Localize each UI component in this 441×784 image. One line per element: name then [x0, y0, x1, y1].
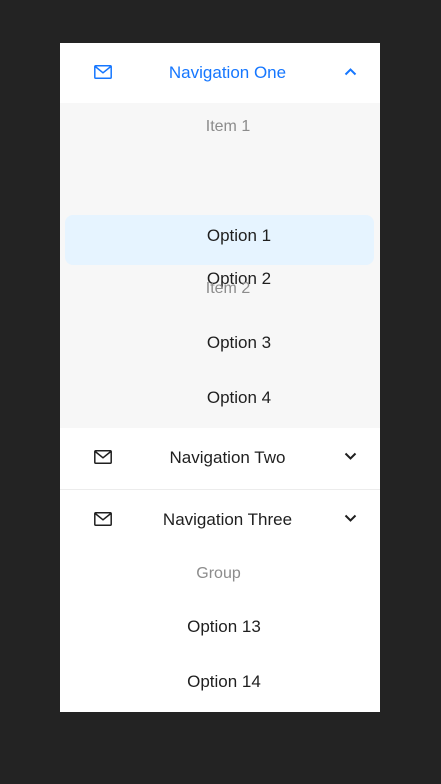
group-title-item-1: Item 1 [205, 118, 251, 135]
submenu-navigation-three[interactable]: Navigation Three [60, 490, 380, 550]
chevron-up-icon [344, 68, 357, 76]
chevron-down-icon [344, 514, 357, 522]
menu-item-option-4[interactable]: Option 4 [60, 378, 380, 418]
navigation-menu: Navigation One Item 1 Option 1 Option 2 … [60, 43, 380, 712]
group-title-group: Group [196, 565, 241, 582]
menu-item-option-1[interactable]: Option 1 [60, 216, 380, 256]
menu-item-option-13[interactable]: Option 13 [60, 607, 380, 647]
group-title-item-2: Item 2 [205, 280, 251, 297]
submenu-navigation-one-label: Navigation One [168, 63, 287, 82]
chevron-down-icon [344, 452, 357, 460]
submenu-navigation-two-label: Navigation Two [169, 448, 286, 467]
submenu-navigation-one[interactable]: Navigation One [60, 43, 380, 103]
submenu-navigation-one-panel: Item 1 Option 1 Option 2 Item 2 Option 3… [60, 103, 380, 428]
menu-item-option-14[interactable]: Option 14 [60, 662, 380, 702]
submenu-navigation-three-label: Navigation Three [162, 510, 293, 529]
menu-item-option-3[interactable]: Option 3 [60, 323, 380, 363]
submenu-navigation-two[interactable]: Navigation Two [60, 428, 380, 488]
